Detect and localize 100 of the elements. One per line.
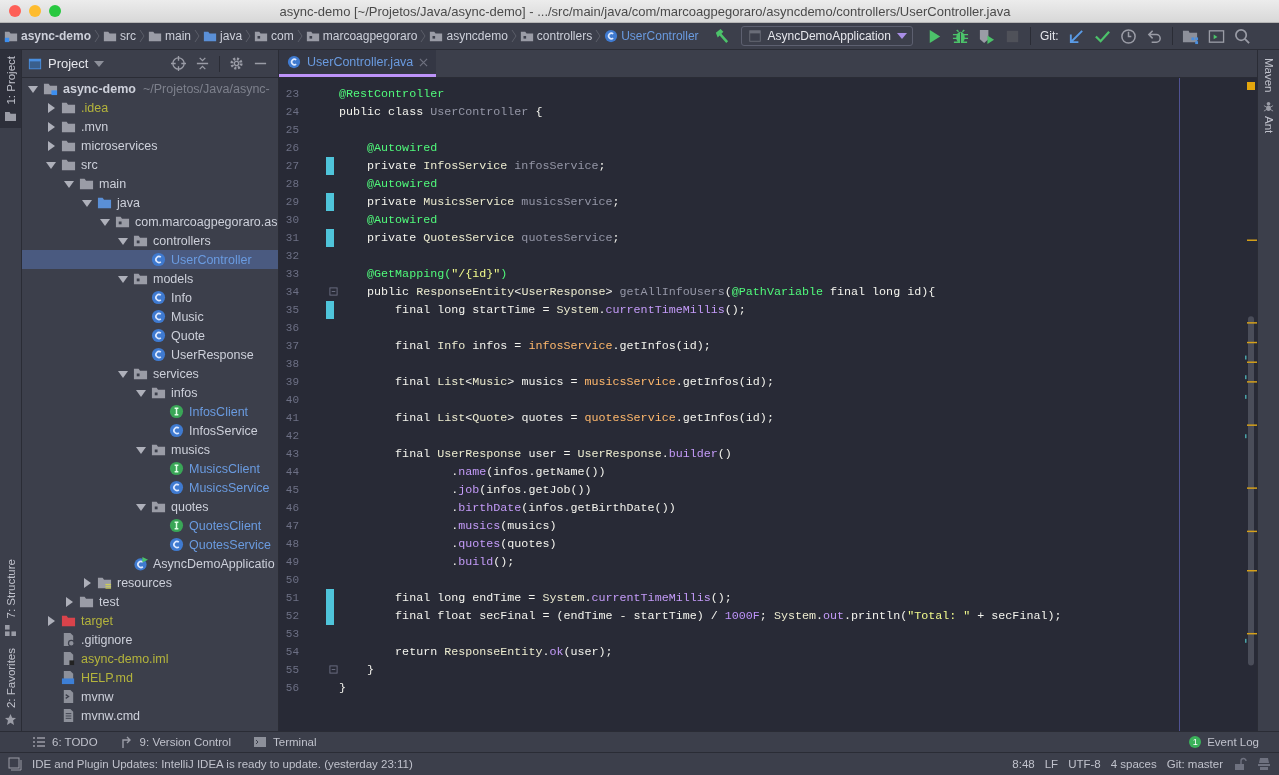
breadcrumb-item[interactable]: com — [254, 29, 294, 43]
caret-icon — [94, 60, 105, 67]
expanded-arrow-icon[interactable] — [118, 235, 128, 246]
collapsed-arrow-icon[interactable] — [82, 577, 92, 588]
expanded-arrow-icon[interactable] — [46, 159, 56, 170]
tree-item[interactable]: resources — [22, 573, 278, 592]
code-token: < — [514, 285, 522, 299]
tool-window-tab[interactable]: Maven — [1262, 58, 1275, 93]
status-item[interactable]: UTF-8 — [1068, 758, 1101, 770]
expanded-arrow-icon[interactable] — [64, 178, 74, 189]
collapsed-arrow-icon[interactable] — [46, 615, 56, 626]
tree-item[interactable]: async-demo ~/Projetos/Java/async- — [22, 79, 278, 98]
chevron-icon — [420, 29, 427, 43]
tree-item[interactable]: QuotesClient — [22, 516, 278, 535]
tree-item[interactable]: MusicsService — [22, 478, 278, 497]
tree-item[interactable]: InfosService — [22, 421, 278, 440]
status-item[interactable]: LF — [1044, 758, 1059, 770]
expanded-arrow-icon[interactable] — [82, 197, 92, 208]
arrow-icon[interactable] — [1067, 27, 1085, 45]
tool-window-tab[interactable]: 7: Structure — [0, 553, 21, 642]
breadcrumb-item[interactable]: src — [103, 29, 137, 43]
code-token: final — [394, 447, 432, 461]
tree-item[interactable]: QuotesService — [22, 535, 278, 554]
tree-item[interactable]: java — [22, 193, 278, 212]
tree-item[interactable]: test — [22, 592, 278, 611]
tool-window-button[interactable]: 9: Version Control — [119, 735, 231, 749]
tree-item[interactable]: mvnw — [22, 687, 278, 706]
fold-icon[interactable] — [329, 665, 338, 674]
line-number: 36 — [284, 322, 299, 334]
breadcrumb-item[interactable]: asyncdemo — [429, 29, 508, 43]
tree-item[interactable]: controllers — [22, 231, 278, 250]
collapsed-arrow-icon[interactable] — [46, 140, 56, 151]
tree-item[interactable]: HELP.md — [22, 668, 278, 687]
tree-item[interactable]: infos — [22, 383, 278, 402]
collapsed-arrow-icon[interactable] — [64, 596, 74, 607]
tree-item[interactable]: async-demo.iml — [22, 649, 278, 668]
tree-item[interactable]: services — [22, 364, 278, 383]
breadcrumb-item[interactable]: controllers — [519, 29, 593, 43]
expanded-arrow-icon[interactable] — [118, 273, 128, 284]
bug-icon[interactable] — [951, 27, 969, 45]
clock-icon[interactable] — [1119, 27, 1137, 45]
coverage-icon[interactable] — [977, 27, 995, 45]
expanded-arrow-icon[interactable] — [100, 216, 110, 227]
tree-item[interactable]: com.marcoagpegoraro.as — [22, 212, 278, 231]
tree-item[interactable]: mvnw.cmd — [22, 706, 278, 725]
expanded-arrow-icon[interactable] — [136, 444, 146, 455]
breadcrumb-item[interactable]: java — [203, 29, 243, 43]
breadcrumb-item[interactable]: async-demo — [4, 29, 92, 43]
tree-item[interactable]: quotes — [22, 497, 278, 516]
tool-window-button[interactable]: 6: TODO — [32, 735, 98, 749]
tree-item[interactable]: .gitignore — [22, 630, 278, 649]
panel-toggle-icon[interactable] — [8, 757, 22, 771]
expanded-arrow-icon[interactable] — [136, 387, 146, 398]
settings-icon[interactable] — [229, 56, 244, 71]
status-item[interactable]: 8:48 — [1012, 758, 1035, 770]
tool-window-tab[interactable]: 2: Favorites — [0, 641, 21, 731]
expanded-arrow-icon[interactable] — [118, 368, 128, 379]
close-icon[interactable] — [419, 57, 429, 67]
status-message[interactable]: IDE and Plugin Updates: IntelliJ IDEA is ready to update. (yesterday 23:11) — [32, 758, 413, 770]
expanded-arrow-icon[interactable] — [28, 83, 38, 94]
collapse-all-icon[interactable] — [195, 56, 210, 71]
tree-item[interactable]: models — [22, 269, 278, 288]
tool-window-tab[interactable]: 1: Project — [0, 50, 21, 128]
collapsed-arrow-icon[interactable] — [46, 102, 56, 113]
tree-item[interactable]: Quote — [22, 326, 278, 345]
code-token: (infos.getBirthDate()) — [521, 501, 676, 515]
tree-item[interactable]: AsyncDemoApplicatio — [22, 554, 278, 573]
tool-window-button[interactable]: Terminal — [253, 735, 317, 749]
event-log-button[interactable]: 1 Event Log — [1189, 736, 1259, 748]
tree-item[interactable]: src — [22, 155, 278, 174]
tree-item[interactable]: main — [22, 174, 278, 193]
breadcrumb-item[interactable]: main — [148, 29, 192, 43]
close-window-button[interactable] — [9, 5, 21, 17]
run-configuration-dropdown[interactable]: AsyncDemoApplication — [740, 26, 913, 46]
class-icon — [169, 480, 184, 495]
tree-item[interactable]: microservices — [22, 136, 278, 155]
editor-tab[interactable]: UserController.java — [279, 50, 437, 77]
status-item[interactable]: Git: master — [1166, 758, 1223, 770]
tree-item[interactable]: .idea — [22, 98, 278, 117]
tree-item[interactable]: target — [22, 611, 278, 630]
crosshair-icon[interactable] — [171, 56, 186, 71]
tree-item[interactable]: Music — [22, 307, 278, 326]
breadcrumb-item[interactable]: UserController — [604, 29, 699, 43]
tree-item[interactable]: .mvn — [22, 117, 278, 136]
expanded-arrow-icon[interactable] — [136, 501, 146, 512]
code-token: < — [465, 375, 473, 389]
tree-item[interactable]: InfosClient — [22, 402, 278, 421]
tool-window-tab[interactable]: Ant — [1262, 100, 1275, 133]
tree-item[interactable]: MusicsClient — [22, 459, 278, 478]
tree-item[interactable]: Info — [22, 288, 278, 307]
fold-icon[interactable] — [329, 287, 338, 296]
tree-item[interactable]: UserResponse — [22, 345, 278, 364]
collapsed-arrow-icon[interactable] — [46, 121, 56, 132]
tree-item[interactable]: musics — [22, 440, 278, 459]
file-icon — [61, 651, 76, 666]
window-icon[interactable] — [1207, 27, 1225, 45]
project-view-dropdown[interactable]: Project — [28, 56, 105, 71]
status-item[interactable]: 4 spaces — [1110, 758, 1157, 770]
breadcrumb-item[interactable]: marcoagpegoraro — [305, 29, 418, 43]
search-icon[interactable] — [1233, 27, 1251, 45]
